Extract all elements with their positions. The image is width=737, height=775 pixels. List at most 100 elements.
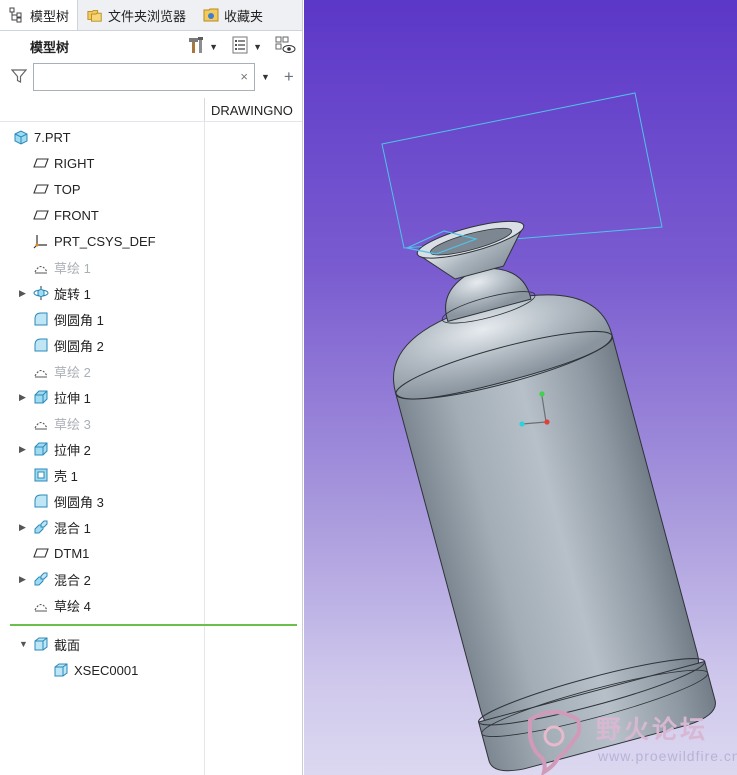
tab-label: 文件夹浏览器 [108,8,187,24]
tree-item-top[interactable]: TOP [0,176,204,202]
section-icon [33,636,49,652]
settings-tools-button[interactable]: ▼ [186,35,218,58]
chevron-right-icon[interactable]: ▶ [19,574,26,585]
tools-icon [186,35,206,58]
tree-item-label: XSEC0001 [74,662,139,678]
sketch-icon [33,597,49,613]
tree-item-prt-csys-def[interactable]: PRT_CSYS_DEF [0,228,204,254]
search-dropdown-button[interactable]: ▼ [261,72,270,82]
column-divider [204,122,205,775]
sketch-icon [33,363,49,379]
datum-plane-icon [33,207,49,223]
tree-item-label: FRONT [54,207,99,223]
model-tree-panel: 模型树 文件夹浏览器 收藏夹 模型树 ▼ ▼ × ▼ + DRAWINGNO 7… [0,0,303,775]
tree-item-xsec-0[interactable]: XSEC0001 [0,657,204,683]
round-icon [33,493,49,509]
tree-item-label: 倒圆角 2 [54,338,104,354]
tree-item-label: 草绘 2 [54,364,91,380]
tree-item-label: 旋转 1 [54,286,91,302]
model-tree: 7.PRT RIGHT TOP FRONT PRT_CSYS_DEF 草绘 1 ▶ 旋转 1 倒… [0,122,302,775]
tree-item-label: 倒圆角 3 [54,494,104,510]
sketch-icon [33,259,49,275]
datum-plane-icon [33,155,49,171]
tree-separator [10,624,297,626]
tree-item-草绘-4[interactable]: 草绘 4 [0,592,204,618]
add-icon[interactable]: + [284,67,294,87]
tab-label: 模型树 [30,8,70,24]
tree-item-草绘-1[interactable]: 草绘 1 [0,254,204,280]
panel-tabs: 模型树 文件夹浏览器 收藏夹 [0,0,302,31]
column-divider[interactable] [204,98,205,121]
watermark-url: www.proewildfire.cn [598,748,737,764]
tree-filter-visibility-button[interactable] [274,35,296,58]
graphics-viewport[interactable]: 野火论坛 www.proewildfire.cn [304,0,737,775]
tree-item-label: 混合 2 [54,572,91,588]
blend-icon [33,519,49,535]
tree-item-front[interactable]: FRONT [0,202,204,228]
extrude-icon [33,441,49,457]
show-menu-button[interactable]: ▼ [230,35,262,58]
tree-item-dtm1[interactable]: DTM1 [0,540,204,566]
model-graphics [381,92,716,772]
tree-item-label: DTM1 [54,545,90,561]
chevron-down-icon: ▼ [209,41,219,52]
tree-item-倒圆角-3[interactable]: 倒圆角 3 [0,488,204,514]
panel-header: 模型树 ▼ ▼ [0,31,302,61]
chevron-down-icon[interactable]: ▼ [19,639,28,649]
search-row: × ▼ + [0,61,302,93]
blend-icon [33,571,49,587]
tree-item-混合-1[interactable]: ▶ 混合 1 [0,514,204,540]
folder-browser-icon [87,7,103,23]
list-icon [230,35,250,58]
tree-column-header: DRAWINGNO [0,98,302,122]
sketch-icon [33,415,49,431]
search-field: × [33,63,255,91]
tree-item-label: 截面 [54,637,81,653]
tab-favorites[interactable]: 收藏夹 [194,0,271,30]
tree-item-label: PRT_CSYS_DEF [54,233,156,249]
chevron-right-icon[interactable]: ▶ [19,444,26,455]
revolve-icon [33,285,49,301]
section-icon [53,662,69,678]
chevron-right-icon[interactable]: ▶ [19,522,26,533]
tree-item-倒圆角-1[interactable]: 倒圆角 1 [0,306,204,332]
tree-item-7-prt[interactable]: 7.PRT [0,124,204,150]
tree-item-label: 草绘 4 [54,598,91,614]
tree-item-label: 拉伸 1 [54,390,91,406]
tree-item-壳-1[interactable]: 壳 1 [0,462,204,488]
search-input[interactable] [34,64,229,90]
tree-item-label: 草绘 3 [54,416,91,432]
tree-item-label: 7.PRT [34,129,71,145]
column-drawingno[interactable]: DRAWINGNO [211,103,293,118]
datum-plane-icon [33,545,49,561]
tree-item-label: TOP [54,181,81,197]
tree-item-拉伸-1[interactable]: ▶ 拉伸 1 [0,384,204,410]
filter-icon[interactable] [10,68,28,87]
visibility-icon [274,35,296,58]
tab-label: 收藏夹 [224,8,264,24]
tree-item-草绘-2[interactable]: 草绘 2 [0,358,204,384]
clear-icon[interactable]: × [240,69,248,84]
chevron-right-icon[interactable]: ▶ [19,392,26,403]
tree-item-倒圆角-2[interactable]: 倒圆角 2 [0,332,204,358]
part-icon [13,129,29,145]
tab-folder-browser[interactable]: 文件夹浏览器 [78,0,194,30]
tree-item-旋转-1[interactable]: ▶ 旋转 1 [0,280,204,306]
tab-model-tree[interactable]: 模型树 [0,0,79,30]
datum-plane-icon [33,181,49,197]
watermark: 野火论坛 www.proewildfire.cn [524,706,737,775]
tree-item-混合-2[interactable]: ▶ 混合 2 [0,566,204,592]
favorites-icon [203,7,219,23]
tree-item-label: 混合 1 [54,520,91,536]
shell-icon [33,467,49,483]
coordinate-system-icon [33,233,49,249]
tree-item-label: 倒圆角 1 [54,312,104,328]
tree-item-草绘-3[interactable]: 草绘 3 [0,410,204,436]
chevron-right-icon[interactable]: ▶ [19,288,26,299]
tree-item-拉伸-2[interactable]: ▶ 拉伸 2 [0,436,204,462]
watermark-title: 野火论坛 [596,715,709,744]
model-tree-icon [9,7,25,23]
tree-item-sections-group[interactable]: ▼ 截面 [0,631,204,657]
tree-item-right[interactable]: RIGHT [0,150,204,176]
round-icon [33,311,49,327]
